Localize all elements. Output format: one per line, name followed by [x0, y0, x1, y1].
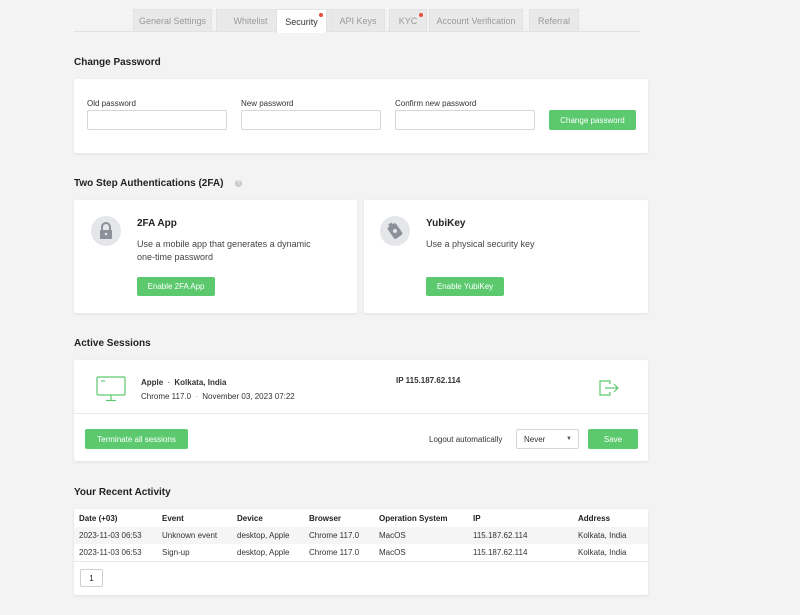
yubikey-card: YubiKey Use a physical security key Enab…: [364, 200, 648, 313]
tab-label: KYC: [398, 15, 418, 26]
session-device: Apple: [141, 378, 164, 387]
tab-label: Security: [285, 16, 318, 27]
tab-label: Account Verification: [436, 15, 516, 26]
table-header-row: Date (+03) Event Device Browser Operatio…: [74, 509, 648, 527]
logout-automatically-label: Logout automatically: [429, 435, 503, 444]
old-password-label: Old password: [87, 99, 136, 108]
table-cell: MacOS: [379, 544, 473, 561]
column-header: Device: [237, 509, 309, 527]
logout-icon[interactable]: [598, 379, 620, 402]
session-device-location: Apple · Kolkata, India: [141, 378, 226, 387]
session-location: Kolkata, India: [174, 378, 227, 387]
divider: [74, 561, 648, 562]
tab-referral[interactable]: Referral: [529, 9, 579, 31]
session-separator: ·: [195, 392, 199, 401]
enable-yubikey-button[interactable]: Enable YubiKey: [426, 277, 504, 296]
table-cell: 115.187.62.114: [473, 527, 578, 544]
twofa-app-desc-line2: one-time password: [137, 252, 214, 262]
change-password-button[interactable]: Change password: [549, 110, 636, 130]
recent-activity-title: Your Recent Activity: [74, 487, 171, 498]
tab-general-settings[interactable]: General Settings: [133, 9, 212, 31]
change-password-title: Change Password: [74, 57, 161, 68]
tab-account-verification[interactable]: Account Verification: [429, 9, 523, 31]
enable-2fa-app-button[interactable]: Enable 2FA App: [137, 277, 215, 296]
table-cell: Unknown event: [162, 527, 237, 544]
table-cell: 2023-11-03 06:53: [74, 527, 162, 544]
column-header: Date (+03): [74, 509, 162, 527]
table-cell: 2023-11-03 06:53: [74, 544, 162, 561]
logout-automatically-select[interactable]: Never ▼: [516, 429, 579, 449]
session-browser: Chrome 117.0: [141, 392, 192, 401]
table-cell: Sign-up: [162, 544, 237, 561]
table-cell: Kolkata, India: [578, 544, 648, 561]
notification-dot: [319, 13, 323, 17]
active-sessions-title: Active Sessions: [74, 338, 151, 349]
table-cell: 115.187.62.114: [473, 544, 578, 561]
table-cell: Chrome 117.0: [309, 544, 379, 561]
settings-tab-bar: General Settings Whitelist Security API …: [74, 9, 640, 33]
recent-activity-card: Date (+03) Event Device Browser Operatio…: [74, 509, 648, 595]
table-cell: desktop, Apple: [237, 544, 309, 561]
twofa-title: Two Step Authentications (2FA): [74, 178, 224, 189]
session-date: November 03, 2023 07:22: [202, 392, 295, 401]
session-browser-date: Chrome 117.0 · November 03, 2023 07:22: [141, 392, 295, 401]
desktop-icon: [96, 376, 126, 407]
session-ip: IP 115.187.62.114: [396, 376, 461, 385]
tab-label: Whitelist: [233, 15, 268, 26]
session-separator: ·: [167, 378, 171, 387]
save-button[interactable]: Save: [588, 429, 638, 449]
logout-select-value: Never: [524, 434, 546, 444]
terminate-all-sessions-button[interactable]: Terminate all sessions: [85, 429, 188, 449]
help-icon[interactable]: ?: [235, 180, 242, 187]
confirm-password-input[interactable]: [395, 110, 535, 130]
yubikey-desc: Use a physical security key: [426, 239, 535, 249]
notification-dot: [419, 13, 423, 17]
new-password-input[interactable]: [241, 110, 381, 130]
table-row: 2023-11-03 06:53 Sign-up desktop, Apple …: [74, 544, 648, 561]
tab-label: General Settings: [138, 15, 207, 26]
activity-table: Date (+03) Event Device Browser Operatio…: [74, 509, 648, 561]
tab-label: Referral: [537, 15, 570, 26]
pagination-page-button[interactable]: 1: [80, 569, 103, 587]
active-sessions-card: Apple · Kolkata, India Chrome 117.0 · No…: [74, 360, 648, 461]
yubikey-title: YubiKey: [426, 218, 466, 229]
confirm-password-label: Confirm new password: [395, 99, 477, 108]
twofa-app-desc-line1: Use a mobile app that generates a dynami…: [137, 239, 311, 249]
table-cell: desktop, Apple: [237, 527, 309, 544]
divider: [74, 413, 648, 414]
column-header: Operation System: [379, 509, 473, 527]
padlock-icon: [91, 216, 121, 246]
table-cell: Chrome 117.0: [309, 527, 379, 544]
table-cell: MacOS: [379, 527, 473, 544]
tab-security[interactable]: Security: [276, 9, 327, 33]
tab-api-keys[interactable]: API Keys: [331, 9, 385, 31]
column-header: Address: [578, 509, 648, 527]
change-password-card: Old password New password Confirm new pa…: [74, 79, 648, 153]
table-cell: Kolkata, India: [578, 527, 648, 544]
column-header: Event: [162, 509, 237, 527]
column-header: IP: [473, 509, 578, 527]
tab-kyc[interactable]: KYC: [389, 9, 427, 31]
table-row: 2023-11-03 06:53 Unknown event desktop, …: [74, 527, 648, 544]
old-password-input[interactable]: [87, 110, 227, 130]
chevron-down-icon: ▼: [566, 436, 572, 442]
twofa-app-title: 2FA App: [137, 218, 177, 229]
column-header: Browser: [309, 509, 379, 527]
twofa-app-card: 2FA App Use a mobile app that generates …: [74, 200, 357, 313]
tab-label: API Keys: [339, 15, 377, 26]
security-key-icon: [380, 216, 410, 246]
new-password-label: New password: [241, 99, 294, 108]
